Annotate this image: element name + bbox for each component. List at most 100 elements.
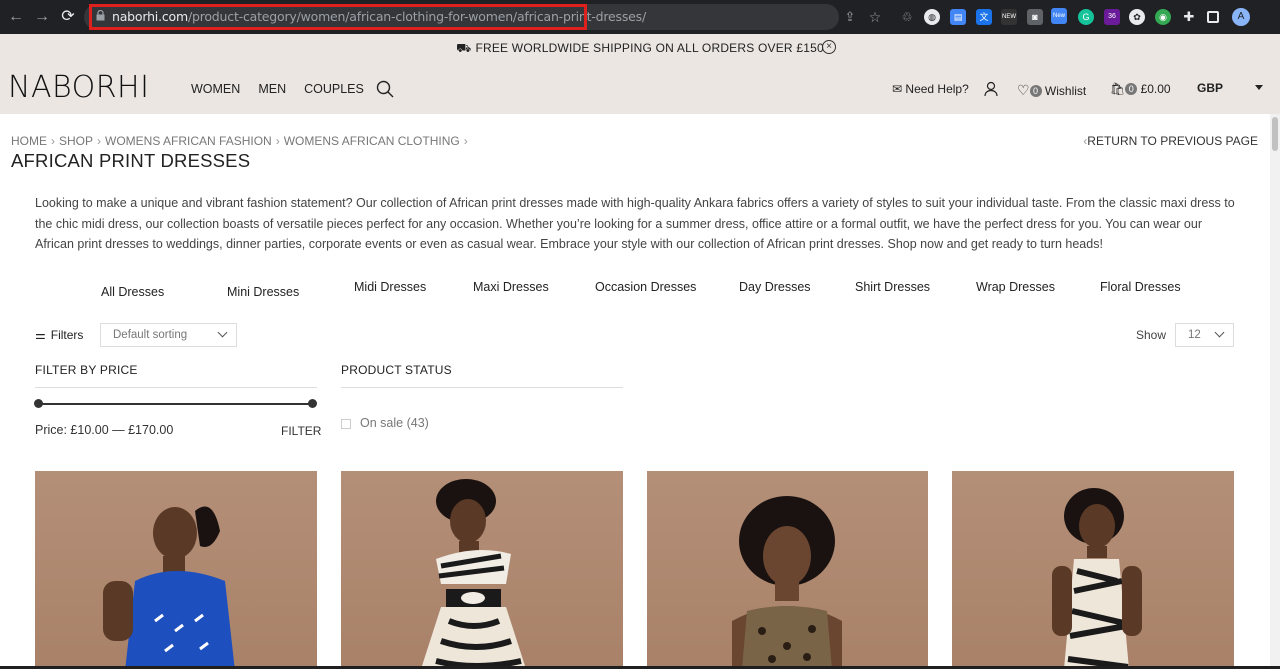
model-illustration xyxy=(1052,488,1142,669)
cart-link[interactable]: 🛍 0 £0.00 xyxy=(1110,82,1171,96)
on-sale-label: On sale xyxy=(360,416,404,430)
back-icon[interactable]: ← xyxy=(6,7,26,27)
subcat-day-dresses[interactable]: Day Dresses xyxy=(739,280,811,294)
breadcrumb-shop[interactable]: SHOP xyxy=(59,134,93,148)
breadcrumb-separator: › xyxy=(463,134,468,148)
filters-label: Filters xyxy=(50,328,84,342)
sliders-icon: ⚌ xyxy=(35,328,46,342)
side-panel-icon[interactable] xyxy=(1207,11,1219,23)
share-icon[interactable]: ⇪ xyxy=(842,9,858,25)
count-extension-icon[interactable]: 36 xyxy=(1104,9,1120,25)
subcat-midi-dresses[interactable]: Midi Dresses xyxy=(354,280,426,294)
divider xyxy=(341,387,623,388)
new-badge-extension-icon[interactable]: New xyxy=(1051,8,1067,24)
site-logo[interactable]: NABORHI xyxy=(8,70,149,105)
price-slider-max-handle[interactable] xyxy=(308,399,317,408)
wishlist-count-badge: 0 xyxy=(1029,85,1042,97)
on-sale-count: (43) xyxy=(406,416,429,430)
filter-button[interactable]: FILTER xyxy=(281,424,321,438)
product-image-2[interactable] xyxy=(341,471,623,669)
price-slider-track[interactable] xyxy=(38,403,313,405)
subcat-occasion-dresses[interactable]: Occasion Dresses xyxy=(595,280,696,294)
chevron-down-icon xyxy=(1214,327,1225,338)
need-help-link[interactable]: ✉ Need Help? xyxy=(892,82,969,96)
on-sale-checkbox[interactable] xyxy=(341,419,351,429)
docs-extension-icon[interactable]: ▤ xyxy=(950,9,966,25)
wishlist-label: Wishlist xyxy=(1044,84,1087,98)
nav-couples[interactable]: COUPLES xyxy=(304,82,364,96)
recycle-extension-icon[interactable]: ♲ xyxy=(899,9,915,25)
page-title: AFRICAN PRINT DRESSES xyxy=(11,150,251,171)
browser-toolbar: ← → ⟳ naborhi.com/product-category/women… xyxy=(0,0,1280,34)
puzzle-extensions-icon[interactable]: ✚ xyxy=(1181,9,1197,25)
cart-total: £0.00 xyxy=(1140,82,1171,96)
subcat-wrap-dresses[interactable]: Wrap Dresses xyxy=(976,280,1055,294)
count-badge-label: 36 xyxy=(1108,13,1116,20)
new-badge-label: New xyxy=(1052,13,1065,19)
account-icon[interactable] xyxy=(984,81,998,97)
sort-value: Default sorting xyxy=(113,329,188,341)
wishlist-link[interactable]: ♡ 0 Wishlist xyxy=(1017,82,1086,99)
subcat-all-dresses[interactable]: All Dresses xyxy=(101,285,164,299)
model-illustration xyxy=(103,506,235,669)
product-status-title: PRODUCT STATUS xyxy=(341,363,452,377)
on-sale-option[interactable]: On sale (43) xyxy=(360,416,429,430)
nav-women[interactable]: WOMEN xyxy=(191,82,240,96)
breadcrumb-womens-african-fashion[interactable]: WOMENS AFRICAN FASHION xyxy=(105,134,272,148)
product-image-1[interactable] xyxy=(35,471,317,669)
subcategory-nav: All Dresses Mini Dresses Midi Dresses Ma… xyxy=(0,280,1280,300)
site-header: ⛟ FREE WORLDWIDE SHIPPING ON ALL ORDERS O… xyxy=(0,34,1280,114)
return-to-previous-link[interactable]: ‹RETURN TO PREVIOUS PAGE xyxy=(1083,134,1258,148)
globe-extension-icon[interactable]: ◍ xyxy=(924,9,940,25)
forward-icon[interactable]: → xyxy=(32,7,52,27)
price-range-text: Price: £10.00 — £170.00 xyxy=(35,423,174,437)
breadcrumb-separator: › xyxy=(97,134,102,148)
reload-icon[interactable]: ⟳ xyxy=(58,7,78,27)
openai-extension-icon[interactable]: ✿ xyxy=(1129,9,1145,25)
cart-count-badge: 0 xyxy=(1125,83,1138,95)
breadcrumb-separator: › xyxy=(51,134,55,148)
product-image-4[interactable] xyxy=(952,471,1234,669)
heart-icon: ♡ xyxy=(1017,82,1030,98)
breadcrumb-separator: › xyxy=(275,134,280,148)
chevron-down-icon[interactable] xyxy=(1255,85,1263,90)
per-page-select[interactable]: 12 xyxy=(1175,323,1234,347)
profile-avatar[interactable]: A xyxy=(1232,8,1250,26)
vpn-extension-icon[interactable]: ◉ xyxy=(1155,9,1171,25)
product-image-3[interactable] xyxy=(647,471,928,669)
mail-icon: ✉ xyxy=(892,82,903,96)
camera-extension-icon[interactable]: ◙ xyxy=(1027,9,1043,25)
main-nav: WOMEN MEN COUPLES xyxy=(191,82,382,96)
new-extension-icon[interactable]: NEW xyxy=(1001,9,1017,25)
category-description: Looking to make a unique and vibrant fas… xyxy=(35,196,1235,251)
model-illustration xyxy=(421,479,526,669)
breadcrumb-home[interactable]: HOME xyxy=(11,134,47,148)
grammarly-icon[interactable]: G xyxy=(1078,9,1094,25)
subcat-mini-dresses[interactable]: Mini Dresses xyxy=(227,285,299,299)
search-icon[interactable] xyxy=(376,80,394,98)
currency-select[interactable]: GBP xyxy=(1197,81,1223,95)
model-illustration xyxy=(732,496,842,669)
close-announcement-icon[interactable]: × xyxy=(822,40,836,54)
bookmark-star-icon[interactable]: ☆ xyxy=(867,9,883,25)
shipping-van-icon: ⛟ xyxy=(456,41,472,55)
subcat-shirt-dresses[interactable]: Shirt Dresses xyxy=(855,280,930,294)
subcat-floral-dresses[interactable]: Floral Dresses xyxy=(1100,280,1181,294)
return-label: RETURN TO PREVIOUS PAGE xyxy=(1087,134,1258,148)
filters-toggle[interactable]: ⚌ Filters xyxy=(35,328,83,342)
chevron-down-icon xyxy=(217,327,228,338)
scrollbar-thumb[interactable] xyxy=(1272,117,1278,151)
nav-men[interactable]: MEN xyxy=(258,82,286,96)
sort-select[interactable]: Default sorting xyxy=(100,323,237,347)
url-highlight-box xyxy=(89,4,587,30)
show-label: Show xyxy=(1136,328,1167,342)
translate-extension-icon[interactable]: 文 xyxy=(976,9,992,25)
subcat-maxi-dresses[interactable]: Maxi Dresses xyxy=(473,280,549,294)
filter-price-title: FILTER BY PRICE xyxy=(35,363,138,377)
divider xyxy=(35,387,317,388)
page-scrollbar[interactable] xyxy=(1270,114,1280,669)
breadcrumb: HOME › SHOP › WOMENS AFRICAN FASHION › WOMENS … xyxy=(11,134,472,148)
breadcrumb-womens-african-clothing[interactable]: WOMENS AFRICAN CLOTHING xyxy=(284,134,460,148)
need-help-label: Need Help? xyxy=(905,82,969,96)
price-slider-min-handle[interactable] xyxy=(34,399,43,408)
